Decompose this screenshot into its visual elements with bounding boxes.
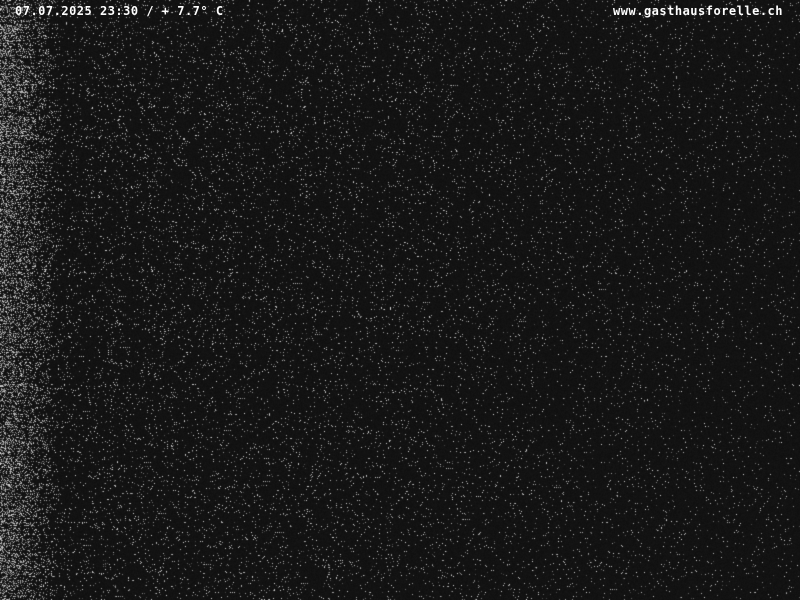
night-sensor-noise <box>0 0 800 600</box>
timestamp-temperature-overlay: 07.07.2025 23:30 / + 7.7° C <box>15 4 224 18</box>
website-watermark: www.gasthausforelle.ch <box>613 4 783 18</box>
webcam-image: 07.07.2025 23:30 / + 7.7° C www.gasthaus… <box>0 0 800 600</box>
